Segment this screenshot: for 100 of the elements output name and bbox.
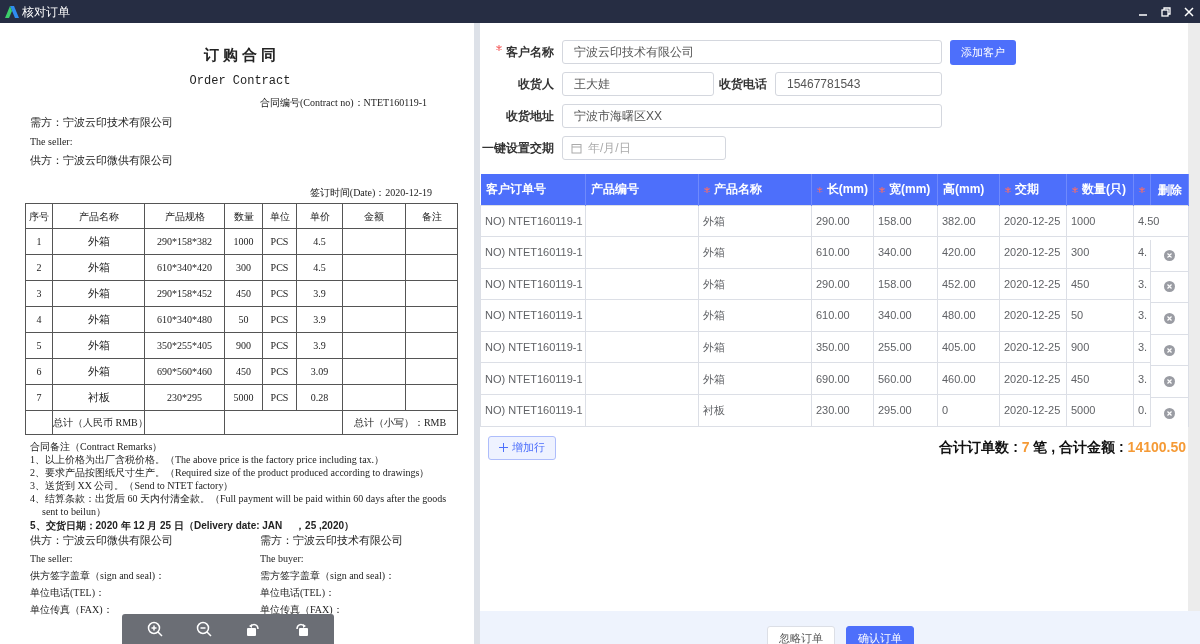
table-cell: 690.00 [816, 372, 850, 385]
table-cell: 452.00 [942, 277, 976, 290]
table-cell: 405.00 [942, 340, 976, 353]
ignore-button[interactable]: 忽略订单 [766, 626, 835, 644]
signature-text: The buyer: [260, 551, 304, 566]
table-cell: 2020-12-25 [1004, 214, 1061, 227]
table-cell: NO) NTET160119-1 [485, 246, 583, 259]
table-cell: 290.00 [816, 214, 850, 227]
table-cell: 230*295 [144, 384, 225, 411]
remark-text: 2、要求产品按图纸尺寸生产。（Required size of the product produced according to drawings） [30, 467, 431, 480]
table-cell: 总计（小写）：RMB [342, 410, 458, 435]
table-cell: 420.00 [942, 246, 976, 259]
table-cell: 6 [25, 358, 53, 385]
table-cell: 350.00 [816, 340, 850, 353]
table-cell: 1 [25, 228, 53, 255]
signature-text: 供方签字盖章（sign and seal)： [30, 568, 165, 583]
table-cell: 560.00 [878, 372, 912, 385]
remark-text: 4、结算条款：出货后 60 天内付清全款。（Full payment will be paid within 60 days after the goods sent to beilun） [30, 493, 448, 518]
table-cell: 总计（人民币 RMB） [52, 410, 145, 435]
phone-field[interactable]: 15467781543 [775, 72, 942, 96]
table-cell: 300 [1071, 246, 1090, 259]
table-cell: PCS [262, 306, 297, 333]
table-cell: 1000 [1071, 214, 1096, 227]
table-cell: 3.9 [296, 306, 343, 333]
table-cell: 2020-12-25 [1004, 404, 1061, 417]
table-cell: 2020-12-25 [1004, 309, 1061, 322]
table-cell: 450 [1071, 372, 1090, 385]
table-cell: 340.00 [878, 246, 912, 259]
table-cell: 450 [224, 280, 263, 307]
table-cell: 3.9 [296, 332, 343, 359]
table-header-cell: 序号 [25, 203, 53, 229]
remark-text: 5、交货日期：2020 年 12 月 25 日（Delivery date: JAN ，25 ,2020） [30, 520, 356, 533]
signature-text: 单位电话(TEL)： [30, 585, 105, 600]
table-cell: PCS [262, 254, 297, 281]
table-cell: 2020-12-25 [1004, 340, 1061, 353]
signature-text: 单位传真（FAX)： [30, 602, 113, 617]
table-header-cell: 单位 [262, 203, 297, 229]
table-cell: 7 [25, 384, 53, 411]
table-cell: 4.50 [1138, 214, 1160, 227]
table-cell: 2020-12-25 [1004, 277, 1061, 290]
table-header-cell: 产品名称 [52, 203, 145, 229]
table-cell: 4.5 [296, 254, 343, 281]
column-header: 删除 [1150, 174, 1188, 205]
signature-text: 需方：宁波云印技术有限公司 [260, 534, 403, 549]
table-cell: 900 [224, 332, 263, 359]
field-label: 收货电话 [719, 76, 767, 93]
column-header: 数量(只) [1082, 181, 1126, 199]
table-cell: 外箱 [52, 280, 145, 307]
table-cell: 290*158*452 [144, 280, 225, 307]
table-cell: 0. [1138, 404, 1148, 417]
table-cell: 外箱 [703, 340, 725, 353]
table-cell: 5000 [1071, 404, 1096, 417]
confirm-button[interactable]: 确认订单 [845, 626, 914, 644]
contract-date: 签订时间(Date)：2020-12-19 [309, 188, 432, 198]
table-cell: 外箱 [52, 358, 145, 385]
table-cell: 5 [25, 332, 53, 359]
address-field[interactable]: 宁波市海曙区XX [562, 104, 942, 128]
table-cell: 340.00 [878, 309, 912, 322]
table-cell: 4 [25, 306, 53, 333]
table-header-cell: 数量 [224, 203, 263, 229]
remarks-title: 合同备注（Contract Remarks） [30, 441, 164, 454]
table-cell: 外箱 [52, 228, 145, 255]
table-cell: 610.00 [816, 309, 850, 322]
table-cell: PCS [262, 358, 297, 385]
column-header: 高(mm) [943, 181, 985, 199]
add-customer-button[interactable]: 添加客户 [950, 39, 1016, 65]
add-row-button[interactable]: 增加行 [488, 435, 556, 460]
summary-text: 合计订单数 : 7 笔 , 合计金额 : 14100.50 [939, 438, 1186, 458]
table-cell: 0 [942, 404, 949, 417]
table-cell: PCS [262, 332, 297, 359]
table-cell: PCS [262, 384, 297, 411]
table-cell: 230.00 [816, 404, 850, 417]
table-cell: 255.00 [878, 340, 912, 353]
table-cell: 2020-12-25 [1004, 372, 1061, 385]
table-cell: NO) NTET160119-1 [485, 372, 583, 385]
table-cell: 外箱 [703, 372, 725, 385]
buyer-text: 需方：宁波云印技术有限公司 [30, 115, 173, 130]
table-cell: 480.00 [942, 309, 976, 322]
table-cell: 460.00 [942, 372, 976, 385]
signature-text: The seller: [30, 551, 73, 566]
contract-title: 订 购 合 同 [202, 46, 277, 65]
table-cell: 3. [1138, 309, 1148, 322]
table-cell: 300 [224, 254, 263, 281]
contract-number: 合同编号(Contract no)：NTET160119-1 [260, 98, 428, 108]
remark-text: 1、以上价格为出厂含税价格。（The above price is the factory price including tax.） [30, 454, 386, 467]
table-cell: 0.28 [296, 384, 343, 411]
customer-field[interactable]: 宁波云印技术有限公司 [562, 40, 942, 64]
signature-text: 供方：宁波云印微供有限公司 [30, 534, 173, 549]
signature-text: 单位传真（FAX)： [260, 602, 343, 617]
table-cell: 350*255*405 [144, 332, 225, 359]
table-cell: 382.00 [942, 214, 976, 227]
table-header-cell: 产品规格 [144, 203, 225, 229]
remark-text: 3、送货到 XX 公司。（Send to NTET factory） [30, 480, 235, 493]
table-cell: 5000 [224, 384, 263, 411]
table-cell: 690*560*460 [144, 358, 225, 385]
table-cell: 450 [1071, 277, 1090, 290]
table-cell: PCS [262, 280, 297, 307]
receiver-field[interactable]: 王大娃 [562, 72, 714, 96]
table-cell: 610*340*480 [144, 306, 225, 333]
table-cell: NO) NTET160119-1 [485, 309, 583, 322]
